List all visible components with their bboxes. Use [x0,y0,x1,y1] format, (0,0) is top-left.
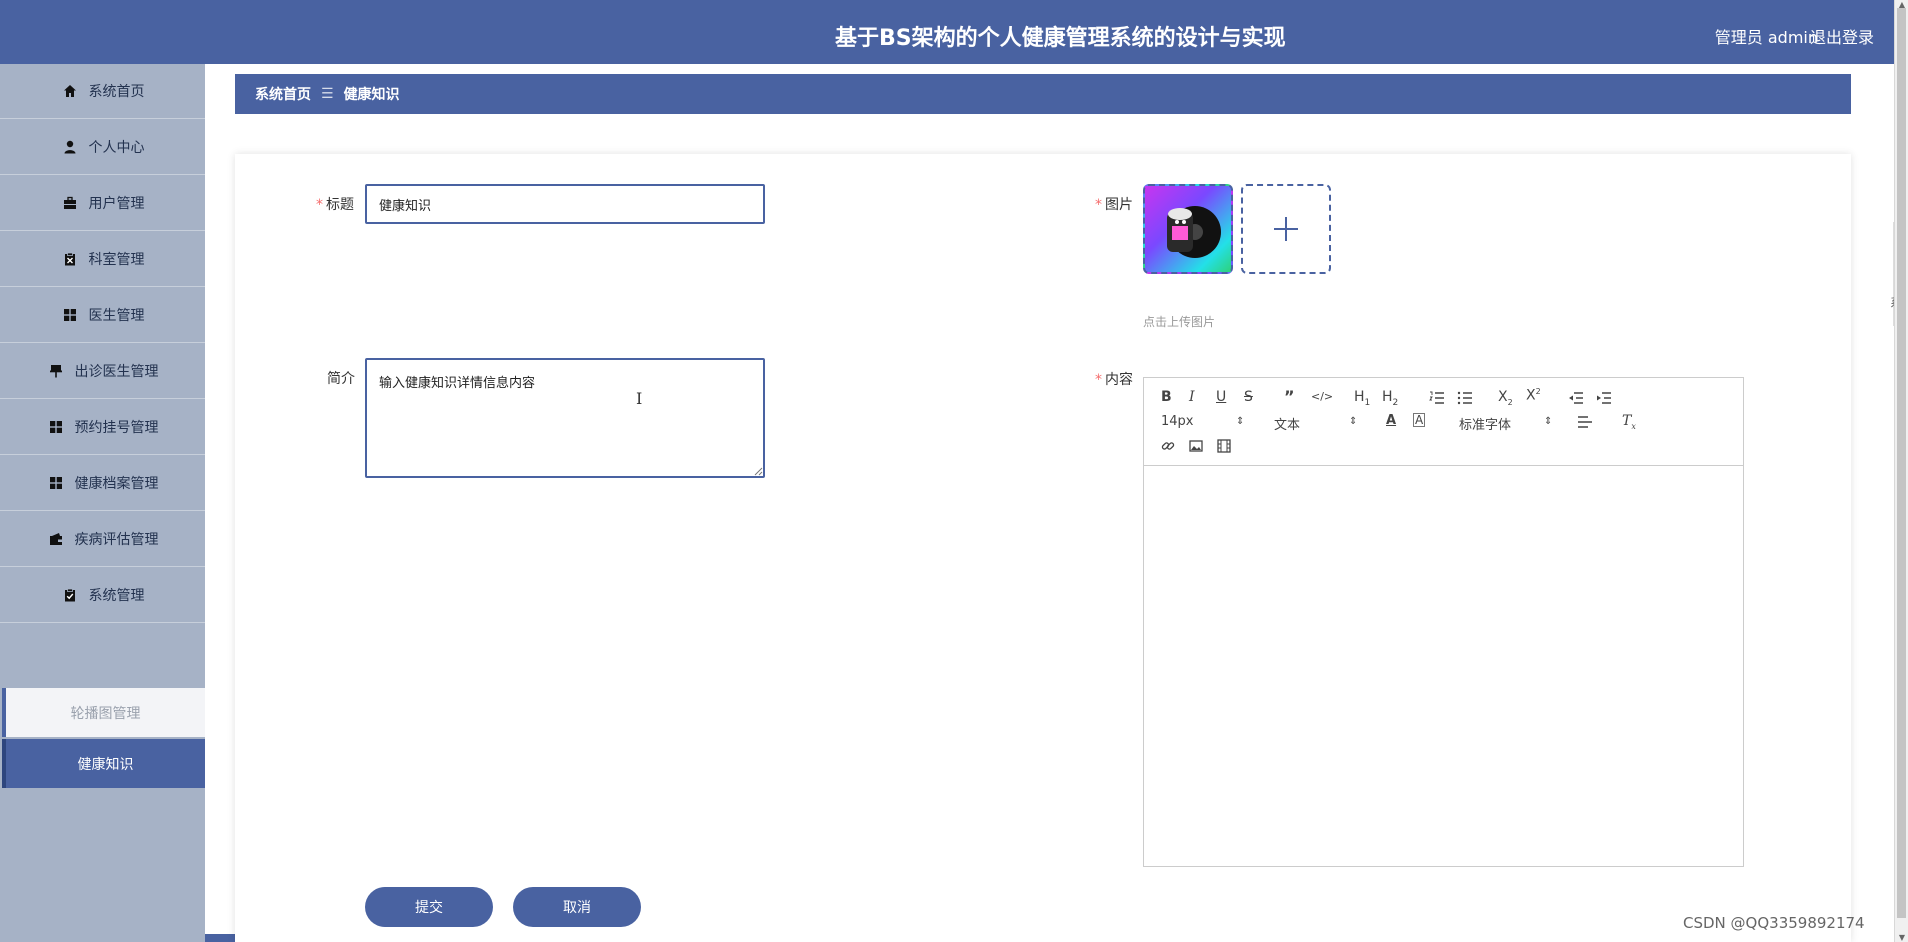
bullet-list-icon[interactable] [1457,391,1473,405]
upload-tip: 点击上传图片 [1143,315,1216,329]
content-label: * 内容 [1095,372,1133,388]
sidebar-item-home[interactable]: 系统首页 [0,64,205,119]
required-mark: * [1095,197,1102,213]
app-title: 基于BS架构的个人健康管理系统的设计与实现 [835,26,1286,51]
sidebar-item-label: 出诊医生管理 [74,364,159,380]
sidebar-subitem-health-knowledge[interactable]: 健康知识 [2,739,205,788]
ordered-list-icon[interactable] [1429,391,1445,405]
sidebar-item-label: 预约挂号管理 [74,420,159,436]
sidebar: 系统首页 个人中心 用户管理 科室管理 医生管理 出诊医生管理 预约挂号管理 健… [0,64,205,942]
sidebar-item-label: 疾病评估管理 [74,532,159,548]
editor-toolbar: B I U S ” </> H1 H2 X2 X2 14px ⇕ 文本 ⇕ A … [1144,378,1743,466]
sidebar-item-label: 医生管理 [88,308,145,324]
user-icon [61,138,79,156]
link-icon[interactable] [1161,439,1175,453]
grid-icon [47,474,65,492]
strike-button[interactable]: S [1244,389,1253,405]
sidebar-item-label: 健康档案管理 [74,476,159,492]
rich-text-editor: B I U S ” </> H1 H2 X2 X2 14px ⇕ 文本 ⇕ A … [1143,377,1744,867]
breadcrumb: 系统首页 ☰ 健康知识 [235,74,1851,114]
h1-button[interactable]: H1 [1354,389,1370,408]
subscript-button[interactable]: X2 [1498,389,1513,407]
home-icon [61,82,79,100]
image-label: * 图片 [1095,197,1133,213]
vertical-scrollbar[interactable]: ▲ ▼ [1894,0,1908,942]
intro-label: 简介 [327,371,355,387]
watermark: CSDN @QQ3359892174 [1683,914,1865,932]
sidebar-item-department-management[interactable]: 科室管理 [0,232,205,287]
sidebar-item-label: 用户管理 [88,196,145,212]
sidebar-subitem-carousel-management[interactable]: 轮播图管理 [2,688,205,737]
scrollbar-thumb[interactable] [1897,8,1906,918]
wallet-icon [47,530,65,548]
background-color-icon[interactable]: A [1413,413,1426,427]
sidebar-item-label: 个人中心 [88,140,145,156]
briefcase-icon [61,194,79,212]
scroll-up-icon[interactable]: ▲ [1899,0,1905,9]
chevron-updown-icon: ⇕ [1236,416,1245,427]
required-mark: * [316,197,323,213]
logout-link[interactable]: 退出登录 [1810,24,1874,48]
plus-icon [1274,217,1298,241]
chevron-updown-icon: ⇕ [1349,416,1358,427]
sidebar-item-label: 系统首页 [88,84,145,100]
user-info: 管理员 admin [1714,28,1818,47]
paragraph-select[interactable]: 文本 [1274,414,1300,433]
clipboard-x-icon [61,250,79,268]
align-icon[interactable] [1577,416,1593,428]
indent-icon[interactable] [1596,391,1612,405]
font-size-select[interactable]: 14px [1161,414,1194,429]
superscript-button[interactable]: X2 [1526,387,1541,404]
intro-textarea[interactable]: 输入健康知识详情信息内容 [365,358,765,478]
grid-icon [47,418,65,436]
sidebar-item-personal-center[interactable]: 个人中心 [0,120,205,175]
font-color-icon[interactable]: A [1386,413,1396,428]
image-upload-button[interactable] [1241,184,1331,274]
chevron-updown-icon: ⇕ [1544,416,1553,427]
video-icon[interactable] [1217,439,1231,453]
breadcrumb-home[interactable]: 系统首页 [255,84,311,104]
clear-format-icon[interactable]: Tx [1622,413,1636,431]
top-header: 基于BS架构的个人健康管理系统的设计与实现 管理员 admin 退出登录 [0,0,1908,64]
pin-icon [47,362,65,380]
clipboard-check-icon [61,586,79,604]
breadcrumb-separator-icon: ☰ [321,86,334,102]
underline-button[interactable]: U [1216,389,1226,405]
sidebar-item-health-record-management[interactable]: 健康档案管理 [0,456,205,511]
sidebar-item-label: 科室管理 [88,252,145,268]
scroll-down-icon[interactable]: ▼ [1899,933,1905,942]
cancel-button[interactable]: 取消 [513,887,641,927]
resize-grip-icon[interactable] [753,466,763,476]
submit-button[interactable]: 提交 [365,887,493,927]
sidebar-item-user-management[interactable]: 用户管理 [0,176,205,231]
text-cursor-icon: I [636,389,643,408]
code-block-icon[interactable]: </> [1311,390,1333,403]
sidebar-item-label: 系统管理 [88,588,145,604]
h2-button[interactable]: H2 [1382,389,1398,408]
sidebar-item-appointment-management[interactable]: 预约挂号管理 [0,400,205,455]
font-family-select[interactable]: 标准字体 [1459,414,1511,433]
breadcrumb-current: 健康知识 [343,87,400,103]
grid-icon [61,306,79,324]
sidebar-item-disease-assessment-management[interactable]: 疾病评估管理 [0,512,205,567]
bold-button[interactable]: B [1161,389,1172,405]
image-icon[interactable] [1189,439,1203,453]
uploaded-image-thumbnail[interactable] [1143,184,1233,274]
sidebar-item-doctor-management[interactable]: 医生管理 [0,288,205,343]
sidebar-item-system-management[interactable]: 系统管理 [0,568,205,623]
sidebar-item-visiting-doctor-management[interactable]: 出诊医生管理 [0,344,205,399]
title-input[interactable] [365,184,765,224]
italic-button[interactable]: I [1189,389,1195,405]
cow-image-icon [1167,206,1221,258]
outdent-icon[interactable] [1568,391,1584,405]
blockquote-icon[interactable]: ” [1284,387,1295,406]
required-mark: * [1095,372,1102,388]
editor-content-area[interactable] [1144,467,1743,866]
title-label: * 标题 [316,197,354,213]
